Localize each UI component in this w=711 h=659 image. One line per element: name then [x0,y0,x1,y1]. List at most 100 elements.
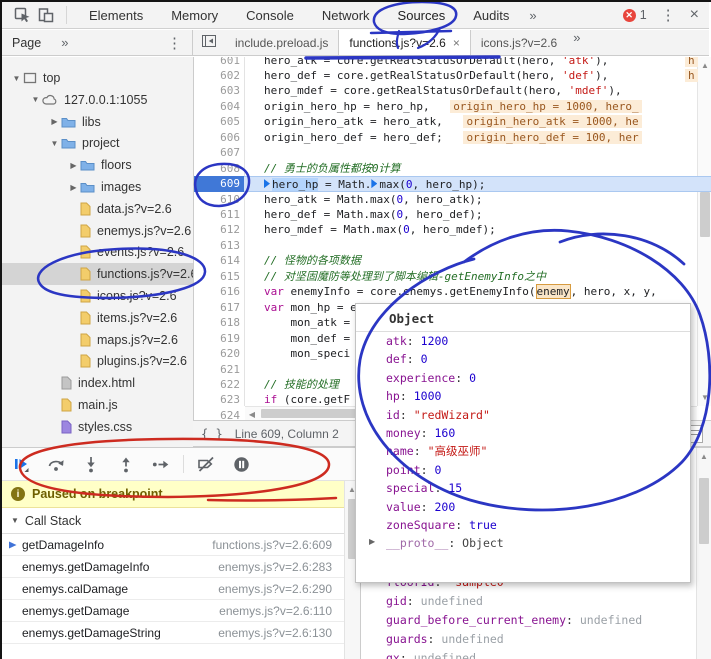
chevron-down-icon[interactable]: ▼ [48,139,61,148]
file-tab-functions.js-v-2.6[interactable]: functions.js?v=2.6× [338,30,470,55]
code-line-608[interactable]: // 勇士的负属性都按0计算 [194,161,711,177]
tree-item-floors[interactable]: ▶floors [2,154,193,176]
call-stack-frame-enemys-getDamageString[interactable]: enemys.getDamageStringenemys.js?v=2.6:13… [2,622,344,644]
call-stack-frame-enemys-getDamage[interactable]: enemys.getDamageenemys.js?v=2.6:110 [2,600,344,622]
line-number-621[interactable]: 621 [194,362,244,378]
line-number-602[interactable]: 602 [194,68,244,84]
line-number-613[interactable]: 613 [194,238,244,254]
file-tab-include.preload.js[interactable]: include.preload.js [225,30,338,55]
deactivate-breakpoints-icon[interactable] [195,453,217,475]
line-number-623[interactable]: 623 [194,392,244,408]
line-number-604[interactable]: 604 [194,99,244,115]
tree-item-functions.js-v-2.6[interactable]: functions.js?v=2.6 [2,263,193,285]
code-line-612[interactable]: hero_mdef = Math.max(0, hero_mdef); [194,222,711,238]
chevron-down-icon[interactable]: ▼ [29,95,42,104]
line-number-616[interactable]: 616 [194,284,244,300]
panel-tab-network[interactable]: Network [308,2,384,28]
line-number-622[interactable]: 622 [194,377,244,393]
file-tabs-overflow-icon[interactable]: » [567,30,586,55]
tree-item-images[interactable]: ▶images [2,176,193,198]
close-icon[interactable]: × [690,6,699,24]
line-number-617[interactable]: 617 [194,300,244,316]
panel-tab-console[interactable]: Console [232,2,308,28]
line-number-608[interactable]: 608 [194,161,244,177]
step-over-icon[interactable] [45,453,67,475]
device-toolbar-icon[interactable] [34,4,58,26]
tree-item-events.js-v-2.6[interactable]: events.js?v=2.6 [2,241,193,263]
step-icon[interactable] [150,453,172,475]
error-count-badge[interactable]: ✕ 1 [623,8,647,22]
chevron-right-icon[interactable]: ▶ [369,537,375,546]
step-out-icon[interactable] [115,453,137,475]
chevron-right-icon[interactable]: ▶ [67,161,80,170]
tree-item-plugins.js-v-2.6[interactable]: plugins.js?v=2.6 [2,350,193,372]
panel-tabs-overflow-icon[interactable]: » [523,8,542,23]
line-number-606[interactable]: 606 [194,130,244,146]
panel-tab-memory[interactable]: Memory [157,2,232,28]
chevron-right-icon[interactable]: ▶ [48,117,61,126]
navigator-overflow-icon[interactable]: » [55,35,74,50]
tree-item-maps.js-v-2.6[interactable]: maps.js?v=2.6 [2,329,193,351]
scope-scrollbar[interactable]: ▲ [696,448,711,659]
resume-icon[interactable] [10,453,32,475]
tree-item-enemys.js-v-2.6[interactable]: enemys.js?v=2.6 [2,220,193,242]
line-number-610[interactable]: 610 [194,192,244,208]
call-stack-header[interactable]: ▼ Call Stack [2,508,360,534]
hide-navigator-icon[interactable] [197,30,221,52]
devtools-menu-icon[interactable]: ⋮ [661,6,676,24]
code-line-610[interactable]: hero_atk = Math.max(0, hero_atk); [194,192,711,208]
chevron-down-icon[interactable]: ▼ [10,74,23,83]
line-number-624[interactable]: 624 [194,408,244,420]
panel-tab-elements[interactable]: Elements [75,2,157,28]
tree-item-icons.js-v-2.6[interactable]: icons.js?v=2.6 [2,285,193,307]
inspect-element-icon[interactable] [10,4,34,26]
code-line-616[interactable]: var enemyInfo = core.enemys.getEnemyInfo… [194,284,711,300]
code-line-609[interactable]: hero_hp = Math.max(0, hero_hp); [194,176,711,192]
code-line-601[interactable]: hero_atk = core.getRealStatusOrDefault(h… [194,57,711,69]
panel-tab-sources[interactable]: Sources [384,2,460,28]
call-stack-frame-getDamageInfo[interactable]: getDamageInfofunctions.js?v=2.6:609 [2,534,344,556]
line-number-603[interactable]: 603 [194,83,244,99]
code-line-605[interactable]: origin_hero_atk = hero_atk, origin_hero_… [194,114,711,130]
code-line-611[interactable]: hero_def = Math.max(0, hero_def); [194,207,711,223]
tree-item-styles.css[interactable]: styles.css [2,416,193,438]
code-line-607[interactable] [194,145,711,161]
line-number-620[interactable]: 620 [194,346,244,362]
code-line-613[interactable] [194,238,711,254]
code-line-604[interactable]: origin_hero_hp = hero_hp, origin_hero_hp… [194,99,711,115]
chevron-right-icon[interactable]: ▶ [67,183,80,192]
tree-item-main.js[interactable]: main.js [2,394,193,416]
line-number-612[interactable]: 612 [194,222,244,238]
code-line-602[interactable]: hero_def = core.getRealStatusOrDefault(h… [194,68,711,84]
tree-item-127.0.0.1-1055[interactable]: ▼127.0.0.1:1055 [2,89,193,111]
object-prop-__proto__[interactable]: __proto__: Object [356,534,690,552]
call-stack-frame-enemys-calDamage[interactable]: enemys.calDamageenemys.js?v=2.6:290 [2,578,344,600]
line-number-614[interactable]: 614 [194,253,244,269]
tree-item-items.js-v-2.6[interactable]: items.js?v=2.6 [2,307,193,329]
code-line-603[interactable]: hero_mdef = core.getRealStatusOrDefault(… [194,83,711,99]
code-line-615[interactable]: // 对坚固魔防等处理到了脚本编辑-getEnemyInfo之中 [194,269,711,285]
pretty-print-icon[interactable]: { } [201,427,223,441]
call-stack-frame-enemys-getDamageInfo[interactable]: enemys.getDamageInfoenemys.js?v=2.6:283 [2,556,344,578]
panel-tab-audits[interactable]: Audits [459,2,523,28]
close-tab-icon[interactable]: × [453,36,460,50]
line-number-619[interactable]: 619 [194,331,244,347]
line-number-615[interactable]: 615 [194,269,244,285]
tree-item-libs[interactable]: ▶libs [2,111,193,133]
scroll-up-icon[interactable]: ▲ [697,452,711,461]
tree-item-data.js-v-2.6[interactable]: data.js?v=2.6 [2,198,193,220]
line-number-605[interactable]: 605 [194,114,244,130]
line-number-601[interactable]: 601 [194,57,244,68]
code-line-606[interactable]: origin_hero_def = hero_def; origin_hero_… [194,130,711,146]
line-number-618[interactable]: 618 [194,315,244,331]
file-tab-icons.js-v-2.6[interactable]: icons.js?v=2.6 [471,30,567,55]
navigator-menu-icon[interactable]: ⋮ [167,34,182,52]
line-number-607[interactable]: 607 [194,145,244,161]
step-into-icon[interactable] [80,453,102,475]
tree-item-index.html[interactable]: index.html [2,372,193,394]
pause-on-exceptions-icon[interactable] [230,453,252,475]
line-number-609[interactable]: 609 [194,176,244,192]
line-number-611[interactable]: 611 [194,207,244,223]
code-line-614[interactable]: // 怪物的各项数据 [194,253,711,269]
tree-item-project[interactable]: ▼project [2,132,193,154]
